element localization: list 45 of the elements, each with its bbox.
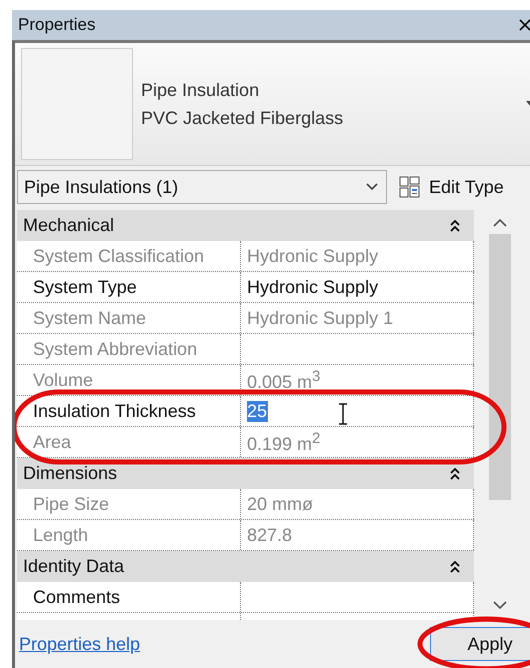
property-row[interactable]: Pipe Size 20 mmø xyxy=(17,489,474,520)
scroll-down-icon[interactable] xyxy=(493,600,507,610)
text-cursor-icon xyxy=(338,403,348,425)
apply-button[interactable]: Apply xyxy=(430,627,530,661)
edit-type-button[interactable]: Edit Type xyxy=(387,176,504,198)
property-label: System Classification xyxy=(17,241,241,271)
property-row[interactable]: Volume 0.005 m$^{3}$ xyxy=(17,365,474,396)
chevron-down-icon xyxy=(366,183,378,191)
group-header[interactable]: Identity Data xyxy=(17,551,474,582)
group-header[interactable]: Mechanical xyxy=(17,210,474,241)
property-label: Area xyxy=(17,427,241,457)
property-value: 0.199 m$^{2}$ xyxy=(247,430,320,454)
close-icon[interactable] xyxy=(518,18,530,32)
window-title: Properties xyxy=(18,15,96,35)
property-label: Comments xyxy=(17,582,241,612)
family-name: Pipe Insulation xyxy=(141,79,260,102)
property-value: 0.005 m$^{3}$ xyxy=(247,368,320,392)
property-label: System Abbreviation xyxy=(17,334,241,364)
property-value: Hydronic Supply xyxy=(247,246,378,266)
property-row[interactable]: Comments xyxy=(17,582,474,613)
property-label: System Name xyxy=(17,303,241,333)
collapse-icon[interactable] xyxy=(450,220,460,232)
property-value: Hydronic Supply 1 xyxy=(247,308,394,328)
property-label: Volume xyxy=(17,365,241,395)
property-row[interactable]: System Type Hydronic Supply xyxy=(17,272,474,303)
scroll-up-icon[interactable] xyxy=(493,218,507,228)
help-link[interactable]: Properties help xyxy=(19,634,140,654)
property-row[interactable]: System Classification Hydronic Supply xyxy=(17,241,474,272)
property-value: Hydronic Supply xyxy=(247,276,378,298)
collapse-icon[interactable] xyxy=(450,560,460,572)
property-label: System Type xyxy=(17,272,241,302)
property-label: Insulation Thickness xyxy=(17,396,241,426)
property-row[interactable]: Insulation Thickness 25 xyxy=(17,396,474,427)
filter-dropdown[interactable]: Pipe Insulations (1) xyxy=(17,170,387,204)
property-label: Pipe Size xyxy=(17,489,241,519)
edit-type-icon xyxy=(399,176,421,198)
property-row[interactable]: System Name Hydronic Supply 1 xyxy=(17,303,474,334)
property-label: Length xyxy=(17,520,241,550)
property-value: 827.8 xyxy=(247,524,292,546)
type-selector[interactable]: Pipe Insulation PVC Jacketed Fiberglass xyxy=(15,43,530,166)
type-name: PVC Jacketed Fiberglass xyxy=(141,107,344,130)
value-input[interactable]: 25 xyxy=(247,400,268,422)
property-row[interactable]: System Abbreviation xyxy=(17,334,474,365)
property-value: 20 mmø xyxy=(247,494,314,514)
collapse-icon[interactable] xyxy=(450,468,460,480)
